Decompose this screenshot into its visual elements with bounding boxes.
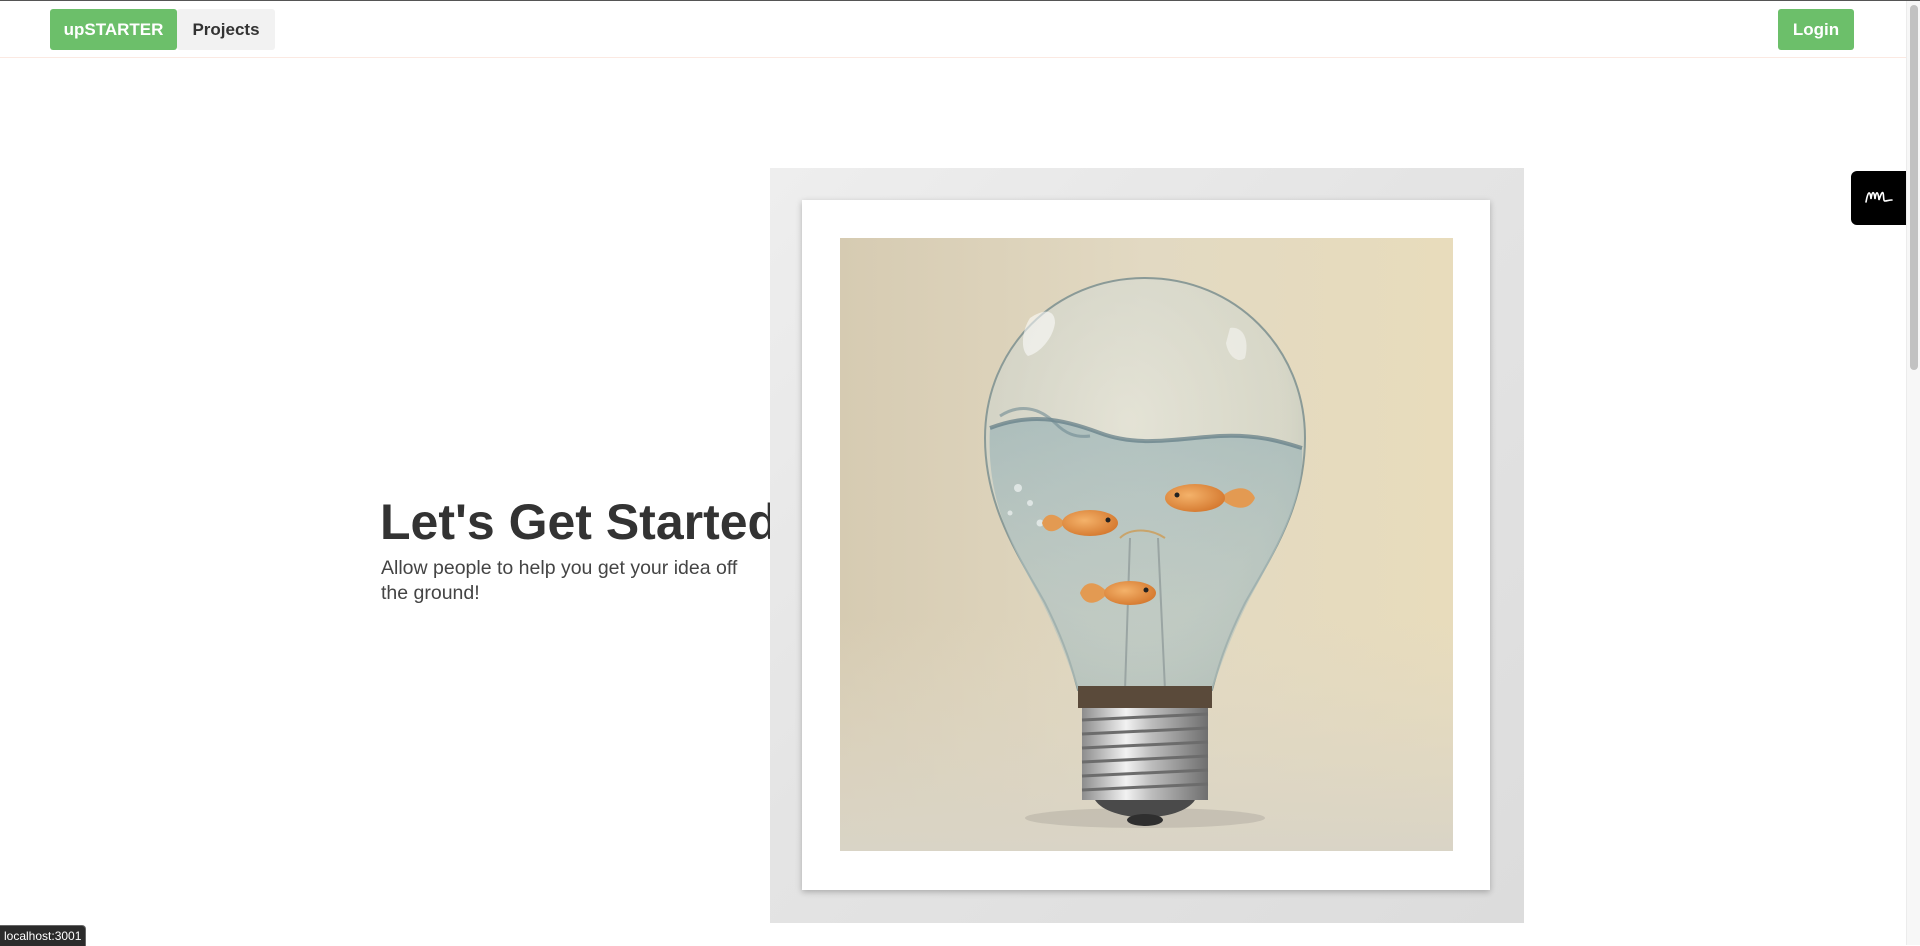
hero-image-container: [770, 168, 1524, 923]
signature-icon: [1863, 185, 1895, 212]
extension-widget-button[interactable]: [1851, 171, 1906, 225]
scrollbar-thumb[interactable]: [1910, 5, 1918, 370]
page-scrollbar[interactable]: [1906, 1, 1920, 945]
status-url-tooltip: localhost:3001: [0, 925, 87, 946]
login-button[interactable]: Login: [1778, 9, 1854, 50]
hero-title: Let's Get Started: [380, 494, 779, 550]
navbar: upSTARTER Projects Login: [0, 1, 1906, 58]
lightbulb-goldfish-image: [840, 238, 1453, 851]
brand-button[interactable]: upSTARTER: [50, 9, 177, 50]
hero-subtitle: Allow people to help you get your idea o…: [381, 557, 738, 604]
hero-section: Let's Get Started Allow people to help y…: [380, 490, 779, 606]
projects-nav-link[interactable]: Projects: [177, 9, 275, 50]
picture-frame: [802, 200, 1490, 890]
